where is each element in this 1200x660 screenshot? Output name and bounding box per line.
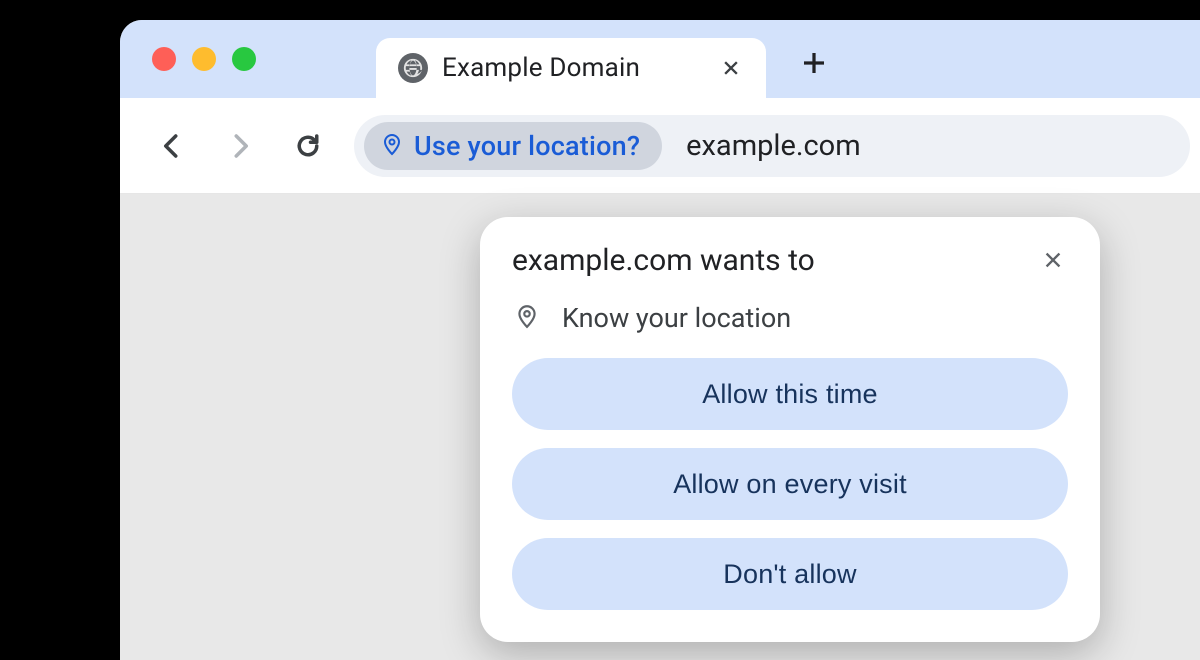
omnibox-url: example.com [686, 129, 860, 163]
window-minimize-button[interactable] [192, 47, 216, 71]
toolbar: Use your location? example.com [120, 98, 1200, 194]
location-chip-label: Use your location? [414, 130, 640, 162]
globe-icon [398, 53, 428, 83]
dont-allow-button[interactable]: Don't allow [512, 538, 1068, 610]
forward-button[interactable] [218, 124, 262, 168]
tab-strip: Example Domain [120, 20, 1200, 98]
omnibox[interactable]: Use your location? example.com [354, 115, 1190, 177]
permission-popup: example.com wants to Know your location … [480, 217, 1100, 642]
permission-description: Know your location [562, 302, 791, 334]
browser-window: Example Domain Use your location? [120, 20, 1200, 660]
permission-popup-close-button[interactable] [1038, 245, 1068, 275]
tab-title: Example Domain [442, 53, 704, 83]
window-close-button[interactable] [152, 47, 176, 71]
allow-every-visit-button[interactable]: Allow on every visit [512, 448, 1068, 520]
location-pin-icon [514, 303, 540, 333]
permission-popup-title: example.com wants to [512, 243, 815, 278]
location-pin-icon [380, 132, 404, 160]
back-button[interactable] [150, 124, 194, 168]
tab-close-button[interactable] [718, 55, 744, 81]
new-tab-button[interactable] [786, 35, 842, 91]
location-permission-chip[interactable]: Use your location? [364, 122, 662, 170]
browser-tab[interactable]: Example Domain [376, 38, 766, 98]
allow-this-time-button[interactable]: Allow this time [512, 358, 1068, 430]
window-maximize-button[interactable] [232, 47, 256, 71]
reload-button[interactable] [286, 124, 330, 168]
traffic-lights [152, 47, 256, 71]
